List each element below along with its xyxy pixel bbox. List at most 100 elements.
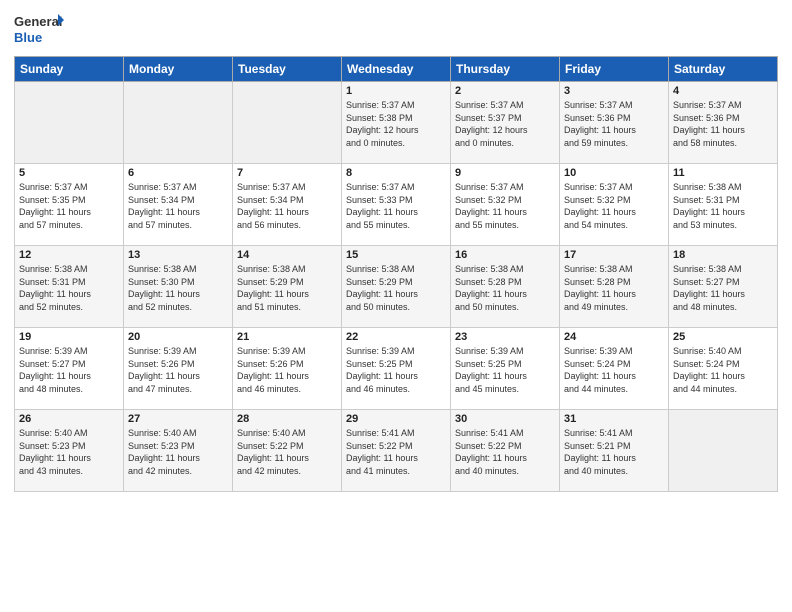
svg-text:Blue: Blue xyxy=(14,30,42,45)
day-number: 30 xyxy=(455,413,555,425)
day-header-sunday: Sunday xyxy=(15,57,124,82)
day-number: 3 xyxy=(564,85,664,97)
day-header-friday: Friday xyxy=(560,57,669,82)
day-info: Sunrise: 5:37 AM Sunset: 5:32 PM Dayligh… xyxy=(564,181,664,231)
day-info: Sunrise: 5:38 AM Sunset: 5:31 PM Dayligh… xyxy=(19,263,119,313)
day-number: 31 xyxy=(564,413,664,425)
calendar-cell: 12 Sunrise: 5:38 AM Sunset: 5:31 PM Dayli… xyxy=(15,246,124,328)
calendar-cell: 17Sunrise: 5:38 AM Sunset: 5:28 PM Dayli… xyxy=(560,246,669,328)
day-info: Sunrise: 5:37 AM Sunset: 5:34 PM Dayligh… xyxy=(237,181,337,231)
day-number: 18 xyxy=(673,249,773,261)
calendar-cell xyxy=(233,82,342,164)
calendar-cell: 26 Sunrise: 5:40 AM Sunset: 5:23 PM Dayli… xyxy=(15,410,124,492)
calendar-cell: 23Sunrise: 5:39 AM Sunset: 5:25 PM Dayli… xyxy=(451,328,560,410)
day-number: 8 xyxy=(346,167,446,179)
calendar-cell: 6Sunrise: 5:37 AM Sunset: 5:34 PM Daylig… xyxy=(124,164,233,246)
calendar-cell: 8 Sunrise: 5:37 AM Sunset: 5:33 PM Daylig… xyxy=(342,164,451,246)
day-number: 9 xyxy=(455,167,555,179)
day-number: 24 xyxy=(564,331,664,343)
calendar-cell xyxy=(669,410,778,492)
day-info: Sunrise: 5:39 AM Sunset: 5:24 PM Dayligh… xyxy=(564,345,664,395)
day-info: Sunrise: 5:38 AM Sunset: 5:29 PM Dayligh… xyxy=(237,263,337,313)
calendar-cell: 14 Sunrise: 5:38 AM Sunset: 5:29 PM Dayli… xyxy=(233,246,342,328)
day-info: Sunrise: 5:37 AM Sunset: 5:32 PM Dayligh… xyxy=(455,181,555,231)
day-number: 23 xyxy=(455,331,555,343)
day-number: 17 xyxy=(564,249,664,261)
day-number: 22 xyxy=(346,331,446,343)
day-number: 12 xyxy=(19,249,119,261)
calendar-cell: 28 Sunrise: 5:40 AM Sunset: 5:22 PM Dayli… xyxy=(233,410,342,492)
day-info: Sunrise: 5:40 AM Sunset: 5:22 PM Dayligh… xyxy=(237,427,337,477)
calendar-cell xyxy=(124,82,233,164)
calendar-cell: 11 Sunrise: 5:38 AM Sunset: 5:31 PM Dayli… xyxy=(669,164,778,246)
day-info: Sunrise: 5:38 AM Sunset: 5:27 PM Dayligh… xyxy=(673,263,773,313)
calendar-cell: 16Sunrise: 5:38 AM Sunset: 5:28 PM Dayli… xyxy=(451,246,560,328)
day-number: 16 xyxy=(455,249,555,261)
day-info: Sunrise: 5:37 AM Sunset: 5:38 PM Dayligh… xyxy=(346,99,446,149)
day-info: Sunrise: 5:37 AM Sunset: 5:37 PM Dayligh… xyxy=(455,99,555,149)
day-info: Sunrise: 5:39 AM Sunset: 5:25 PM Dayligh… xyxy=(346,345,446,395)
day-number: 6 xyxy=(128,167,228,179)
day-info: Sunrise: 5:38 AM Sunset: 5:30 PM Dayligh… xyxy=(128,263,228,313)
day-info: Sunrise: 5:40 AM Sunset: 5:23 PM Dayligh… xyxy=(128,427,228,477)
day-number: 26 xyxy=(19,413,119,425)
day-header-wednesday: Wednesday xyxy=(342,57,451,82)
logo: General Blue xyxy=(14,10,64,50)
calendar-cell: 10 Sunrise: 5:37 AM Sunset: 5:32 PM Dayli… xyxy=(560,164,669,246)
calendar-table: SundayMondayTuesdayWednesdayThursdayFrid… xyxy=(14,56,778,492)
calendar-cell: 20Sunrise: 5:39 AM Sunset: 5:26 PM Dayli… xyxy=(124,328,233,410)
calendar-cell: 5 Sunrise: 5:37 AM Sunset: 5:35 PM Daylig… xyxy=(15,164,124,246)
calendar-cell: 4 Sunrise: 5:37 AM Sunset: 5:36 PM Daylig… xyxy=(669,82,778,164)
calendar-header-row: SundayMondayTuesdayWednesdayThursdayFrid… xyxy=(15,57,778,82)
calendar-cell: 3 Sunrise: 5:37 AM Sunset: 5:36 PM Daylig… xyxy=(560,82,669,164)
day-number: 4 xyxy=(673,85,773,97)
day-number: 14 xyxy=(237,249,337,261)
day-info: Sunrise: 5:37 AM Sunset: 5:35 PM Dayligh… xyxy=(19,181,119,231)
calendar-cell: 15 Sunrise: 5:38 AM Sunset: 5:29 PM Dayli… xyxy=(342,246,451,328)
day-number: 7 xyxy=(237,167,337,179)
day-info: Sunrise: 5:38 AM Sunset: 5:29 PM Dayligh… xyxy=(346,263,446,313)
calendar-week-row: 12 Sunrise: 5:38 AM Sunset: 5:31 PM Dayli… xyxy=(15,246,778,328)
day-info: Sunrise: 5:39 AM Sunset: 5:27 PM Dayligh… xyxy=(19,345,119,395)
day-info: Sunrise: 5:40 AM Sunset: 5:23 PM Dayligh… xyxy=(19,427,119,477)
day-number: 25 xyxy=(673,331,773,343)
calendar-cell: 21Sunrise: 5:39 AM Sunset: 5:26 PM Dayli… xyxy=(233,328,342,410)
day-header-tuesday: Tuesday xyxy=(233,57,342,82)
calendar-cell: 2 Sunrise: 5:37 AM Sunset: 5:37 PM Daylig… xyxy=(451,82,560,164)
calendar-week-row: 5 Sunrise: 5:37 AM Sunset: 5:35 PM Daylig… xyxy=(15,164,778,246)
day-number: 29 xyxy=(346,413,446,425)
day-number: 5 xyxy=(19,167,119,179)
calendar-week-row: 26 Sunrise: 5:40 AM Sunset: 5:23 PM Dayli… xyxy=(15,410,778,492)
svg-text:General: General xyxy=(14,14,62,29)
day-info: Sunrise: 5:40 AM Sunset: 5:24 PM Dayligh… xyxy=(673,345,773,395)
day-info: Sunrise: 5:37 AM Sunset: 5:33 PM Dayligh… xyxy=(346,181,446,231)
calendar-cell: 27 Sunrise: 5:40 AM Sunset: 5:23 PM Dayli… xyxy=(124,410,233,492)
calendar-cell xyxy=(15,82,124,164)
logo-svg: General Blue xyxy=(14,10,64,50)
day-info: Sunrise: 5:37 AM Sunset: 5:36 PM Dayligh… xyxy=(564,99,664,149)
day-header-monday: Monday xyxy=(124,57,233,82)
day-number: 19 xyxy=(19,331,119,343)
calendar-cell: 24 Sunrise: 5:39 AM Sunset: 5:24 PM Dayli… xyxy=(560,328,669,410)
day-number: 11 xyxy=(673,167,773,179)
calendar-cell: 22 Sunrise: 5:39 AM Sunset: 5:25 PM Dayli… xyxy=(342,328,451,410)
day-number: 13 xyxy=(128,249,228,261)
day-info: Sunrise: 5:38 AM Sunset: 5:31 PM Dayligh… xyxy=(673,181,773,231)
calendar-cell: 25 Sunrise: 5:40 AM Sunset: 5:24 PM Dayli… xyxy=(669,328,778,410)
day-number: 15 xyxy=(346,249,446,261)
day-number: 2 xyxy=(455,85,555,97)
day-info: Sunrise: 5:39 AM Sunset: 5:26 PM Dayligh… xyxy=(128,345,228,395)
calendar-cell: 29 Sunrise: 5:41 AM Sunset: 5:22 PM Dayli… xyxy=(342,410,451,492)
calendar-cell: 7 Sunrise: 5:37 AM Sunset: 5:34 PM Daylig… xyxy=(233,164,342,246)
calendar-cell: 1Sunrise: 5:37 AM Sunset: 5:38 PM Daylig… xyxy=(342,82,451,164)
day-info: Sunrise: 5:41 AM Sunset: 5:21 PM Dayligh… xyxy=(564,427,664,477)
day-info: Sunrise: 5:41 AM Sunset: 5:22 PM Dayligh… xyxy=(346,427,446,477)
day-number: 10 xyxy=(564,167,664,179)
day-info: Sunrise: 5:37 AM Sunset: 5:36 PM Dayligh… xyxy=(673,99,773,149)
calendar-cell: 13 Sunrise: 5:38 AM Sunset: 5:30 PM Dayli… xyxy=(124,246,233,328)
calendar-week-row: 1Sunrise: 5:37 AM Sunset: 5:38 PM Daylig… xyxy=(15,82,778,164)
calendar-week-row: 19 Sunrise: 5:39 AM Sunset: 5:27 PM Dayli… xyxy=(15,328,778,410)
day-number: 28 xyxy=(237,413,337,425)
day-number: 27 xyxy=(128,413,228,425)
calendar-cell: 9 Sunrise: 5:37 AM Sunset: 5:32 PM Daylig… xyxy=(451,164,560,246)
